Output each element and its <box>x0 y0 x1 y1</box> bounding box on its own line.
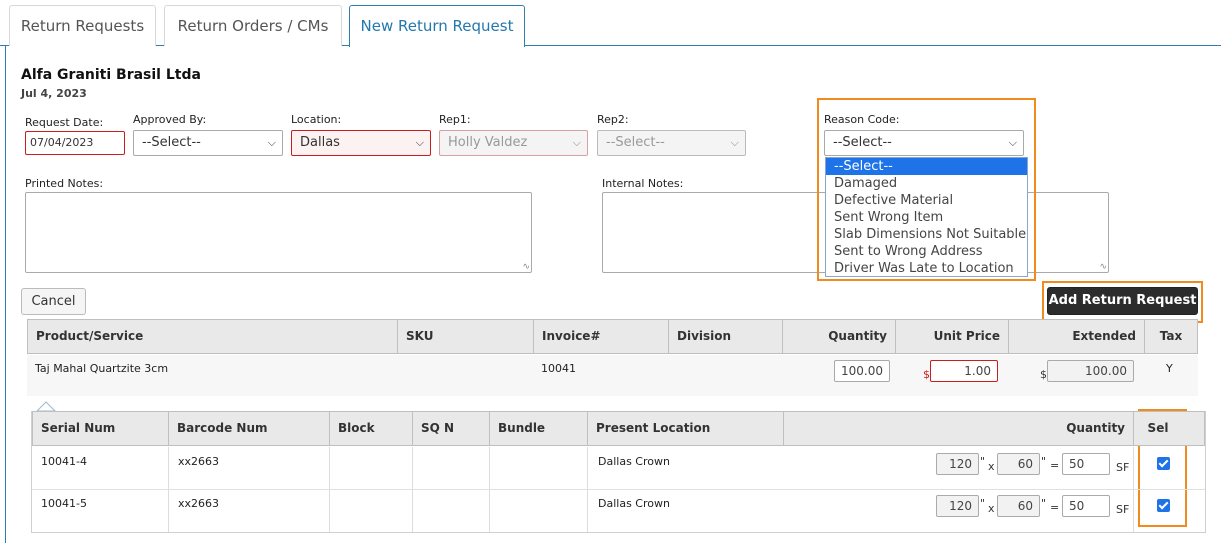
col-product: Product/Service <box>28 320 398 353</box>
printed-notes-label: Printed Notes: <box>25 177 104 190</box>
inch-mark: " <box>980 455 986 468</box>
rep1-label: Rep1: <box>439 113 471 126</box>
slab-height-input[interactable]: 60 <box>997 453 1040 475</box>
times-sign: x <box>988 502 995 515</box>
product-row <box>27 355 1198 396</box>
col-division: Division <box>669 320 783 353</box>
add-return-request-button[interactable]: Add Return Request <box>1047 287 1198 315</box>
col-sku: SKU <box>398 320 534 353</box>
col-invoice: Invoice# <box>534 320 669 353</box>
col-extended: Extended <box>1009 320 1145 353</box>
location-value: Dallas <box>300 135 340 150</box>
slab-location: Dallas Crown <box>598 455 670 468</box>
slab-barcode: xx2663 <box>178 455 220 468</box>
col-bundle: Bundle <box>490 412 588 445</box>
slab-unit: SF <box>1116 503 1130 516</box>
col-sqn: SQ N <box>413 412 490 445</box>
tab-new-return-request[interactable]: New Return Request <box>349 5 525 47</box>
inch-mark: " <box>1041 497 1047 510</box>
cancel-button[interactable]: Cancel <box>21 288 86 315</box>
rep2-select[interactable]: --Select-- ⌵ <box>597 130 746 156</box>
product-table-header: Product/Service SKU Invoice# Division Qu… <box>27 319 1198 354</box>
extended-input: 100.00 <box>1047 360 1134 382</box>
rep1-value: Holly Valdez <box>448 135 528 150</box>
rep2-label: Rep2: <box>597 113 629 126</box>
slab-serial: 10041-4 <box>41 455 87 468</box>
tax-value: Y <box>1166 362 1173 375</box>
rep1-select[interactable]: Holly Valdez ⌵ <box>439 130 588 156</box>
slab-area-input[interactable]: 50 <box>1062 495 1110 517</box>
col-tax: Tax <box>1159 329 1183 343</box>
inch-mark: " <box>980 497 986 510</box>
chevron-down-icon: ⌵ <box>572 136 581 149</box>
slab-table-header: Serial Num Barcode Num Block SQ N Bundle… <box>32 411 1205 446</box>
equals-sign: = <box>1050 501 1060 514</box>
company-name: Alfa Graniti Brasil Ltda <box>21 67 201 83</box>
chevron-down-icon: ⌵ <box>267 136 276 149</box>
slab-width-input[interactable]: 120 <box>936 495 979 517</box>
equals-sign: = <box>1050 459 1060 472</box>
product-invoice: 10041 <box>541 362 576 375</box>
col-barcode: Barcode Num <box>169 412 330 445</box>
resize-handle-icon[interactable]: ∿ <box>522 263 530 272</box>
approved-by-value: --Select-- <box>142 135 201 150</box>
rep2-value: --Select-- <box>606 135 665 150</box>
tab-return-requests[interactable]: Return Requests <box>9 5 156 46</box>
slab-serial: 10041-5 <box>41 497 87 510</box>
col-block: Block <box>330 412 413 445</box>
times-sign: x <box>988 460 995 473</box>
unit-price-input[interactable]: 1.00 <box>930 360 998 382</box>
slab-barcode: xx2663 <box>178 497 220 510</box>
product-name: Taj Mahal Quartzite 3cm <box>35 362 169 375</box>
tab-bar: Return Requests Return Orders / CMs New … <box>0 0 1221 47</box>
col-present-location: Present Location <box>588 412 784 445</box>
header-date: Jul 4, 2023 <box>21 87 87 100</box>
chevron-down-icon: ⌵ <box>415 136 424 149</box>
chevron-down-icon: ⌵ <box>730 136 739 149</box>
slab-width-input[interactable]: 120 <box>936 453 979 475</box>
col-sel: Sel <box>1147 421 1169 435</box>
request-date-input[interactable]: 07/04/2023 <box>25 131 125 155</box>
resize-handle-icon[interactable]: ∿ <box>1099 263 1107 272</box>
reason-code-highlight <box>817 98 1036 281</box>
tab-return-orders[interactable]: Return Orders / CMs <box>164 5 342 46</box>
unit-price-currency: $ <box>923 368 930 381</box>
col-quantity: Quantity <box>783 320 896 353</box>
internal-notes-label: Internal Notes: <box>602 177 684 190</box>
location-select[interactable]: Dallas ⌵ <box>291 130 431 156</box>
approved-by-select[interactable]: --Select-- ⌵ <box>133 130 283 156</box>
inch-mark: " <box>1041 455 1047 468</box>
slab-select-checkbox[interactable] <box>1157 499 1170 512</box>
slab-height-input[interactable]: 60 <box>997 495 1040 517</box>
slab-location: Dallas Crown <box>598 497 670 510</box>
printed-notes-textarea[interactable]: ∿ <box>25 192 532 273</box>
location-label: Location: <box>291 113 342 126</box>
slab-area-input[interactable]: 50 <box>1062 453 1110 475</box>
quantity-input[interactable]: 100.00 <box>834 360 890 382</box>
approved-by-label: Approved By: <box>133 113 207 126</box>
col-slab-quantity: Quantity <box>784 412 1134 445</box>
slab-select-checkbox[interactable] <box>1157 457 1170 470</box>
request-date-label: Request Date: <box>25 116 104 129</box>
slab-unit: SF <box>1116 461 1130 474</box>
col-unit-price: Unit Price <box>896 320 1009 353</box>
extended-currency: $ <box>1040 368 1047 381</box>
row-divider <box>32 489 1205 490</box>
col-serial: Serial Num <box>33 412 169 445</box>
